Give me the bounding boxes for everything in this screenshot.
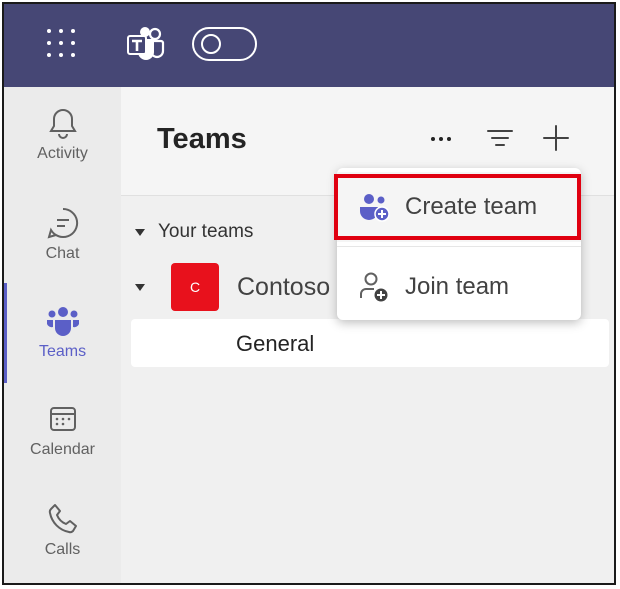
join-team-item[interactable]: Join team <box>337 252 581 322</box>
team-name: Contoso <box>237 272 331 301</box>
toggle-knob <box>201 34 221 54</box>
top-bar <box>4 4 614 87</box>
chat-icon <box>47 207 78 239</box>
page-title: Teams <box>157 123 247 155</box>
caret-down-icon <box>135 283 145 291</box>
more-options-button[interactable] <box>424 121 458 155</box>
app-rail: Activity Chat Teams Calendar Calls <box>4 87 121 583</box>
teams-window: Activity Chat Teams Calendar Calls Teams… <box>2 2 616 585</box>
filter-icon <box>487 130 513 146</box>
rail-item-calendar[interactable]: Calendar <box>4 385 121 475</box>
mode-toggle[interactable] <box>192 27 257 61</box>
rail-item-calls[interactable]: Calls <box>4 485 121 575</box>
add-team-button[interactable] <box>539 121 573 155</box>
join-team-icon <box>360 272 388 302</box>
phone-icon <box>48 504 77 534</box>
section-label: Your teams <box>158 221 254 242</box>
menu-item-label: Join team <box>405 273 510 300</box>
add-team-menu: Create team Join team <box>337 168 581 320</box>
rail-item-label: Chat <box>45 245 80 262</box>
app-launcher-icon[interactable] <box>42 24 78 60</box>
channel-row-general[interactable]: General <box>131 319 609 367</box>
rail-item-chat[interactable]: Chat <box>4 189 121 279</box>
calendar-icon <box>49 407 76 431</box>
menu-divider <box>337 246 581 247</box>
teams-logo-icon <box>127 27 165 60</box>
rail-item-teams[interactable]: Teams <box>4 287 121 377</box>
your-teams-section[interactable]: Your teams <box>135 221 253 243</box>
create-team-item[interactable]: Create team <box>337 172 581 242</box>
team-row-contoso[interactable]: C Contoso <box>135 263 330 311</box>
rail-item-label: Calls <box>44 541 81 558</box>
team-avatar: C <box>171 263 219 311</box>
rail-item-label: Calendar <box>30 441 95 458</box>
teams-icon <box>46 307 79 336</box>
bell-icon <box>48 108 77 139</box>
caret-down-icon <box>135 228 145 236</box>
teams-pane: Teams Your teams C Contoso General <box>121 87 614 583</box>
rail-item-label: Teams <box>38 343 87 360</box>
plus-icon <box>543 125 569 151</box>
rail-item-label: Activity <box>37 145 88 162</box>
rail-item-activity[interactable]: Activity <box>4 89 121 179</box>
ellipsis-icon <box>431 137 451 141</box>
create-team-icon <box>360 194 390 222</box>
channel-label: General <box>236 331 315 356</box>
menu-item-label: Create team <box>405 193 538 220</box>
filter-button[interactable] <box>483 121 517 155</box>
